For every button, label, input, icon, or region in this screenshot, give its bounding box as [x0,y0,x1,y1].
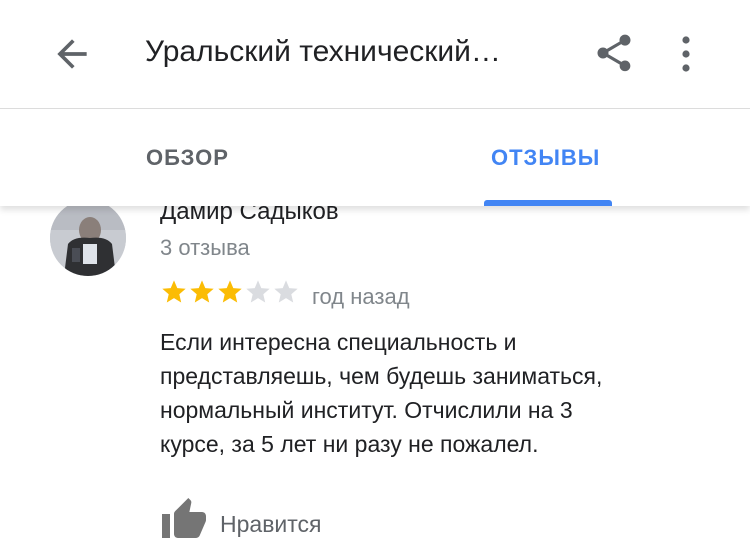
tab-reviews[interactable]: ОТЗЫВЫ [491,145,600,171]
app-bar: Уральский технический… [0,0,750,109]
review-card: Дамир Садыков 3 отзыва год назад Если ин… [0,190,750,548]
arrow-left-icon[interactable] [50,32,94,76]
review-text-line: представляешь, чем будешь заниматься, [160,363,603,389]
page-title: Уральский технический… [145,35,501,68]
review-count: 3 отзыва [160,235,250,260]
tab-overview[interactable]: ОБЗОР [146,145,229,171]
active-tab-indicator [484,200,612,206]
review-text-line: нормальный институт. Отчислили на 3 [160,397,573,423]
more-vert-icon[interactable] [672,34,700,74]
avatar[interactable] [50,200,126,276]
star-filled-icon [162,280,186,303]
like-button-label[interactable]: Нравится [220,510,322,538]
star-filled-icon [190,280,214,303]
star-empty-icon [246,280,270,303]
review-date: год назад [312,284,410,309]
share-icon[interactable] [592,30,636,76]
thumb-up-icon[interactable] [160,496,208,540]
star-empty-icon [274,280,298,303]
tab-bar: ОБЗОР ОТЗЫВЫ [0,109,750,206]
avatar-photo [50,200,126,276]
review-text: Если интересна специальность и представл… [160,325,720,461]
rating-stars [160,278,300,308]
review-text-line: Если интересна специальность и [160,329,517,355]
star-filled-icon [218,280,242,303]
review-text-line: курсе, за 5 лет ни разу не пожалел. [160,431,539,457]
